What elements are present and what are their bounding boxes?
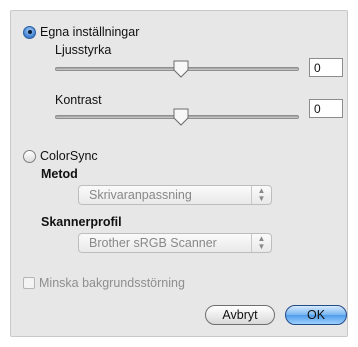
- brightness-slider-thumb[interactable]: [173, 60, 189, 78]
- cancel-button[interactable]: Avbryt: [205, 305, 275, 325]
- updown-arrows-icon: ▲ ▼: [251, 186, 271, 204]
- noise-reduction-option[interactable]: Minska bakgrundsstörning: [23, 276, 185, 290]
- brightness-label: Ljusstyrka: [55, 43, 112, 57]
- ok-button[interactable]: OK: [285, 305, 347, 325]
- own-settings-label: Egna inställningar: [40, 25, 140, 39]
- settings-panel: Egna inställningar Ljusstyrka 0 Kontrast…: [10, 10, 348, 337]
- method-select[interactable]: Skrivaranpassning ▲ ▼: [78, 185, 272, 205]
- contrast-slider-thumb[interactable]: [173, 108, 189, 126]
- colorsync-label: ColorSync: [40, 149, 98, 163]
- colorsync-radio[interactable]: [23, 149, 36, 163]
- contrast-value-field[interactable]: 0: [309, 99, 343, 118]
- method-selected-value: Skrivaranpassning: [89, 188, 192, 202]
- colorsync-option[interactable]: ColorSync: [23, 149, 98, 163]
- brightness-value-field[interactable]: 0: [309, 58, 343, 77]
- scanner-profile-select[interactable]: Brother sRGB Scanner ▲ ▼: [78, 233, 272, 253]
- scanner-profile-label: Skannerprofil: [41, 215, 122, 229]
- scanner-profile-selected-value: Brother sRGB Scanner: [89, 236, 217, 250]
- updown-arrows-icon: ▲ ▼: [251, 234, 271, 252]
- noise-reduction-label: Minska bakgrundsstörning: [39, 276, 185, 290]
- own-settings-radio[interactable]: [23, 25, 36, 39]
- noise-reduction-checkbox[interactable]: [23, 277, 35, 289]
- contrast-label: Kontrast: [55, 93, 102, 107]
- own-settings-option[interactable]: Egna inställningar: [23, 25, 139, 39]
- method-label: Metod: [41, 167, 78, 181]
